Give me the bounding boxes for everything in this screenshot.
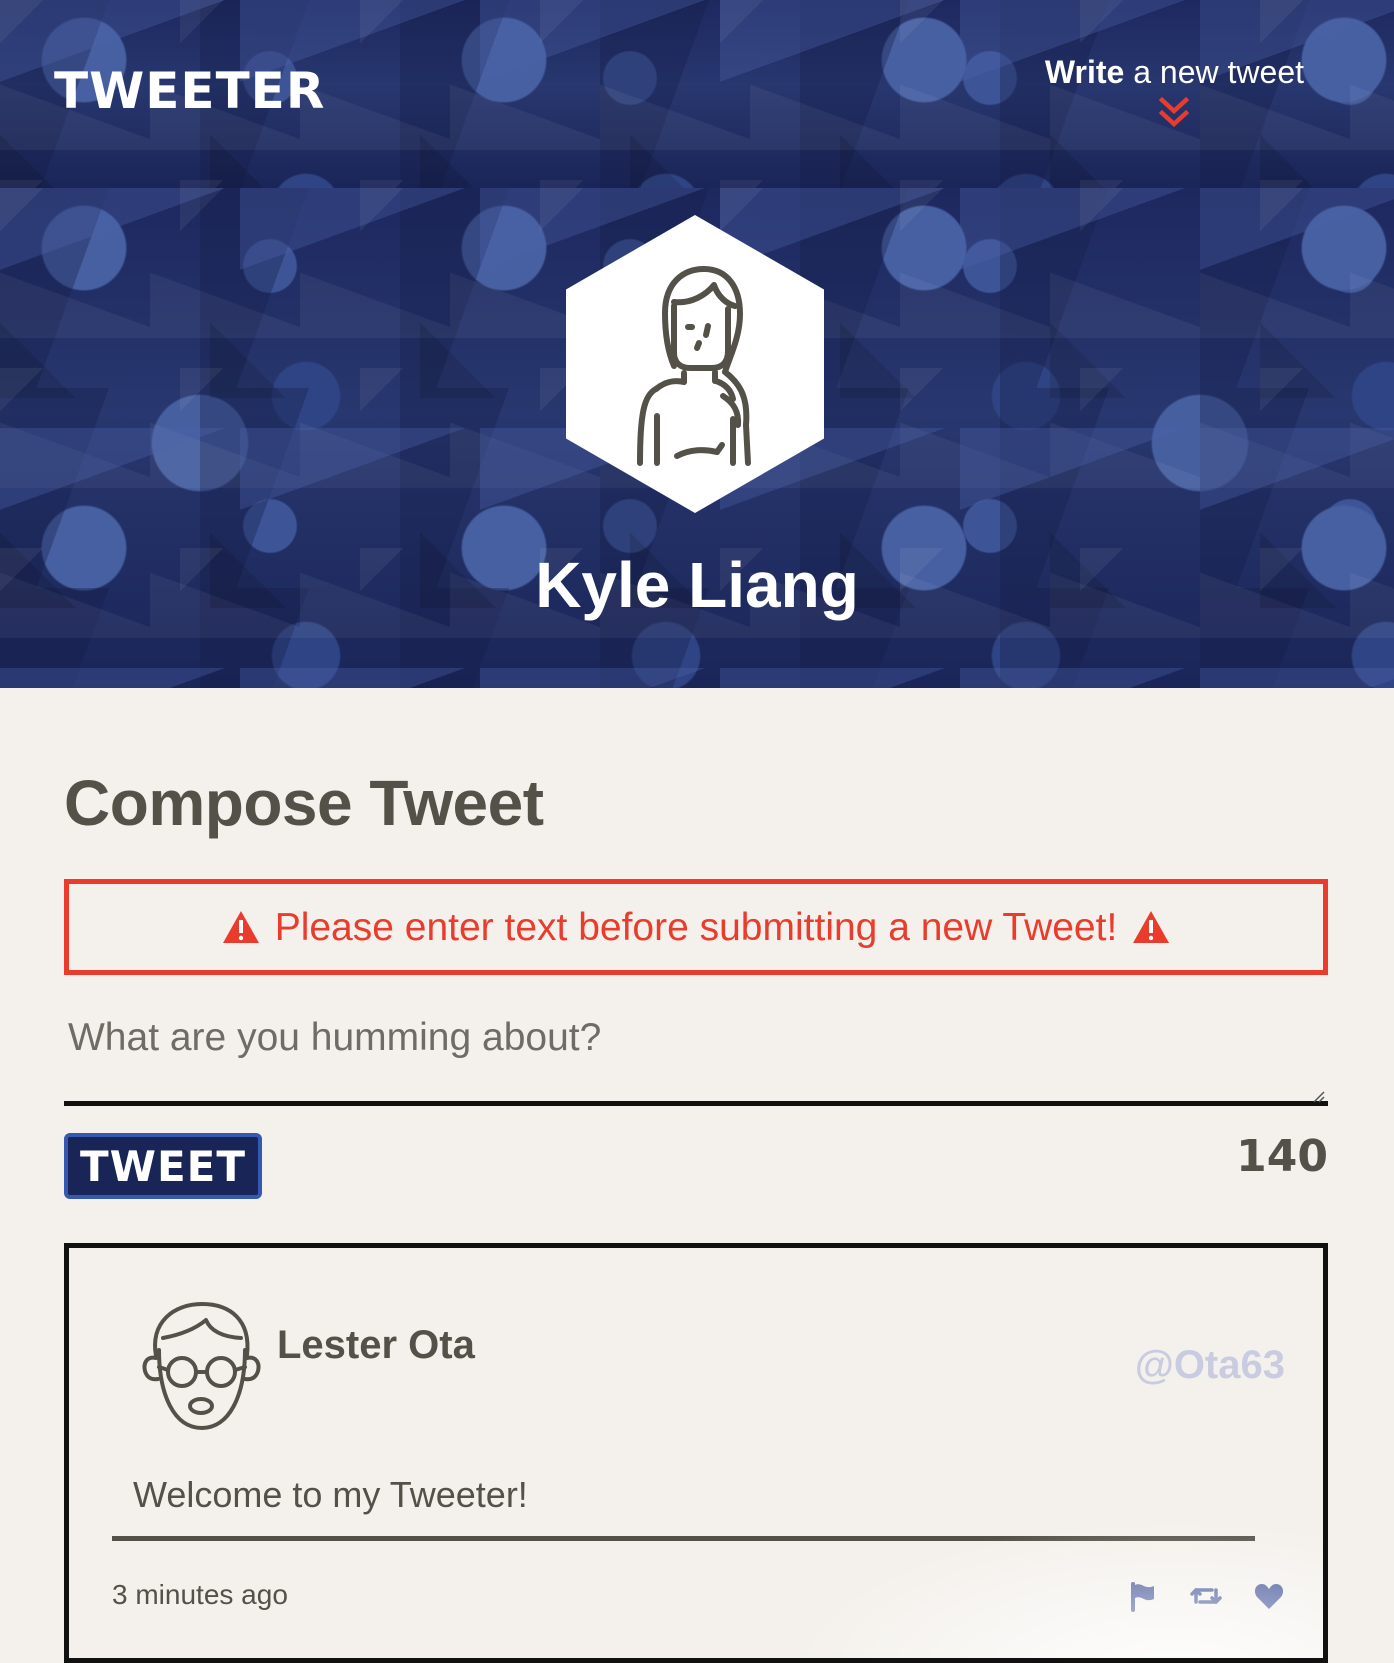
retweet-icon (1190, 1588, 1222, 1604)
tweet-text: Welcome to my Tweeter! (133, 1474, 528, 1515)
flag-button[interactable] (1127, 1580, 1159, 1612)
tweet-textarea[interactable] (64, 1008, 1328, 1106)
write-link-rest-text: a new tweet (1124, 54, 1304, 90)
profile-name: Kyle Liang (535, 549, 859, 621)
tweet-timestamp: 3 minutes ago (112, 1579, 288, 1610)
flag-icon (1131, 1582, 1154, 1612)
tweet-submit-button[interactable]: TWEET (64, 1133, 262, 1199)
warning-triangle-icon (1133, 911, 1170, 943)
man-glasses-avatar-icon (142, 1302, 261, 1430)
error-message: Please enter text before submitting a ne… (274, 905, 1118, 949)
top-navigation: TWEETER Write a new tweet (0, 0, 1394, 188)
heart-icon (1254, 1584, 1284, 1609)
tweet-actions (1127, 1580, 1285, 1612)
compose-error-banner: Please enter text before submitting a ne… (64, 879, 1328, 975)
woman-avatar-icon (637, 266, 751, 466)
tweet-card: Lester Ota @Ota63 Welcome to my Tweeter!… (64, 1243, 1328, 1663)
tweet-divider (112, 1536, 1255, 1541)
resize-grip-icon[interactable] (1312, 1090, 1326, 1104)
brand-logo: TWEETER (54, 62, 326, 120)
like-button[interactable] (1253, 1580, 1285, 1612)
warning-triangle-icon (222, 911, 259, 943)
double-chevron-down-icon (1159, 97, 1190, 128)
character-counter: 140 (1236, 1131, 1328, 1182)
main-content: Compose Tweet Please enter text before s… (64, 688, 1328, 1663)
write-new-tweet-link[interactable]: Write a new tweet (1044, 54, 1304, 130)
compose-title: Compose Tweet (64, 767, 544, 839)
tweet-author-handle: @Ota63 (1134, 1343, 1285, 1387)
write-link-bold-text: Write (1044, 54, 1125, 90)
tweet-author-name: Lester Ota (277, 1323, 475, 1367)
retweet-button[interactable] (1190, 1580, 1222, 1612)
